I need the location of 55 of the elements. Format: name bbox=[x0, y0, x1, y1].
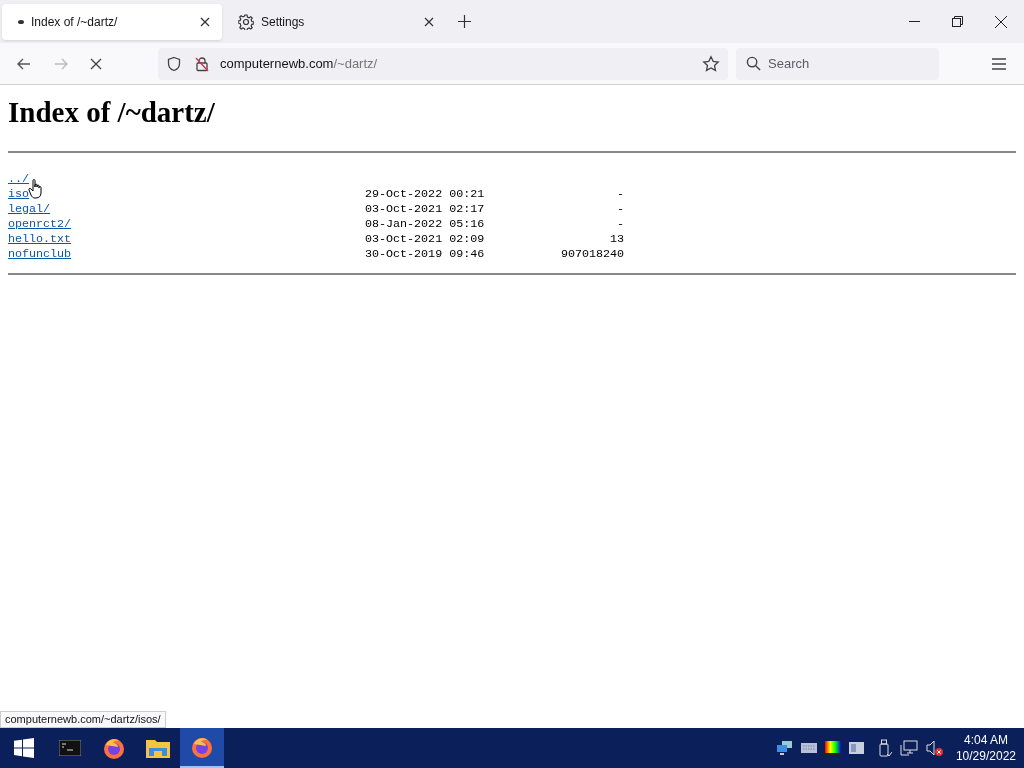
panel-icon bbox=[848, 742, 864, 754]
bookmark-star-icon[interactable] bbox=[702, 54, 720, 73]
firefox-icon bbox=[103, 737, 125, 759]
terminal-icon bbox=[59, 740, 81, 756]
dot-icon bbox=[18, 19, 24, 24]
browser-tab[interactable]: Settings bbox=[226, 3, 446, 40]
firefox-icon bbox=[191, 736, 213, 758]
file-link[interactable]: ../ bbox=[8, 172, 30, 186]
new-tab-icon[interactable] bbox=[458, 15, 471, 28]
insecure-lock-icon[interactable] bbox=[194, 55, 210, 72]
file-size: - bbox=[616, 217, 624, 232]
muted-speaker-icon bbox=[925, 740, 944, 756]
file-link[interactable]: iso bbox=[8, 187, 30, 201]
close-window-icon[interactable] bbox=[995, 15, 1007, 28]
file-link[interactable]: legal/ bbox=[8, 202, 51, 216]
file-link[interactable]: hello.txt bbox=[8, 232, 72, 246]
link-preview: computernewb.com/~dartz/isos/ bbox=[0, 711, 166, 728]
modified-date: 08-Jan-2022 05:16 bbox=[365, 217, 484, 232]
modified-date: 03-Oct-2021 02:09 bbox=[365, 232, 484, 247]
keyboard-icon bbox=[800, 743, 817, 753]
taskbar-button[interactable] bbox=[180, 728, 224, 768]
clock-date: 10/29/2022 bbox=[955, 748, 1016, 764]
clock[interactable]: 4:04 AM 10/29/2022 bbox=[955, 732, 1016, 764]
usb-drive-icon bbox=[877, 739, 892, 757]
file-link[interactable]: openrct2/ bbox=[8, 217, 72, 231]
network-icon bbox=[776, 741, 793, 755]
browser-tab[interactable]: Index of /~dartz/ bbox=[2, 3, 222, 40]
modified-date: 03-Oct-2021 02:17 bbox=[365, 202, 484, 217]
menu-icon[interactable] bbox=[992, 57, 1006, 70]
close-tab-icon[interactable] bbox=[424, 16, 434, 27]
url-text: computernewb.com/~dartz/ bbox=[220, 54, 378, 73]
close-tab-icon[interactable] bbox=[200, 16, 210, 27]
modified-date: 30-Oct-2019 09:46 bbox=[365, 247, 484, 262]
modified-date: 29-Oct-2022 00:21 bbox=[365, 187, 484, 202]
clock-time: 4:04 AM bbox=[963, 732, 1008, 748]
tab-title: Index of /~dartz/ bbox=[31, 13, 118, 31]
color-display-icon bbox=[824, 741, 841, 755]
page-heading: Index of /~dartz/ bbox=[8, 95, 216, 129]
windows-icon bbox=[14, 738, 34, 758]
shield-icon[interactable] bbox=[166, 55, 182, 72]
file-link[interactable]: nofunclub bbox=[8, 247, 72, 261]
file-size: 13 bbox=[608, 232, 624, 247]
file-size: 907018240 bbox=[559, 247, 624, 262]
monitor-icon bbox=[899, 740, 918, 756]
search-placeholder: Search bbox=[768, 54, 810, 73]
search-field[interactable]: Search bbox=[736, 47, 939, 80]
address-bar[interactable]: computernewb.com/~dartz/ bbox=[158, 47, 728, 80]
settings-icon bbox=[238, 13, 254, 30]
tab-title: Settings bbox=[261, 13, 305, 31]
restore-icon[interactable] bbox=[952, 16, 963, 27]
file-size: - bbox=[616, 187, 624, 202]
stop-icon[interactable] bbox=[89, 56, 103, 71]
file-size: - bbox=[616, 202, 624, 217]
search-icon bbox=[746, 56, 761, 71]
folder-icon bbox=[146, 738, 170, 758]
